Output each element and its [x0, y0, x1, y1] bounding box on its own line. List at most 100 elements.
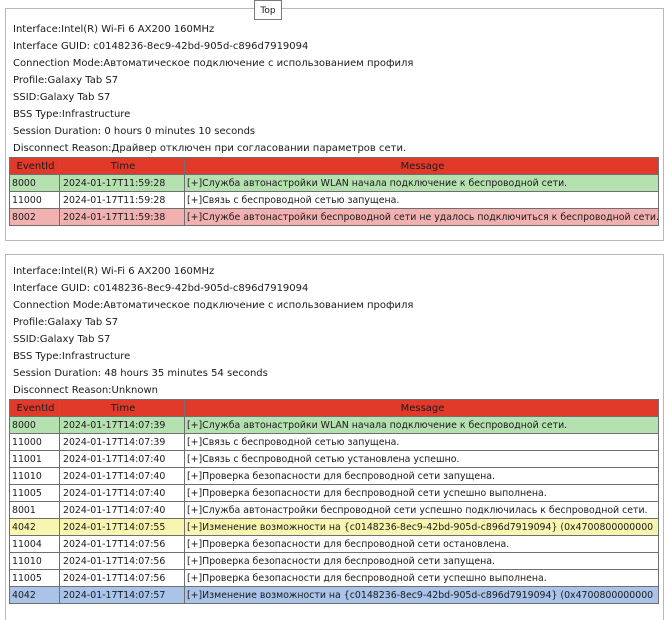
info-label: Connection Mode: — [13, 58, 104, 69]
cell-time: 2024-01-17T14:07:39 — [59, 416, 185, 434]
info-value: 48 hours 35 minutes 54 seconds — [104, 368, 268, 379]
table-header-row: EventId Time Message — [9, 399, 659, 417]
cell-message: [+]Служба автонастройки WLAN начала подк… — [184, 416, 659, 434]
table-row: 4042 2024-01-17T14:07:57 [+]Изменение возм… — [9, 586, 659, 604]
table-row: 11004 2024-01-17T14:07:56 [+]Проверка безо… — [9, 535, 659, 553]
cell-time: 2024-01-17T14:07:40 — [59, 450, 185, 468]
cell-eventid: 8000 — [9, 416, 60, 434]
info-value: c0148236-8ec9-42bd-905d-c896d7919094 — [93, 283, 309, 294]
cell-eventid: 11001 — [9, 450, 60, 468]
cell-eventid: 11004 — [9, 535, 60, 553]
info-line: Interface:Intel(R) Wi-Fi 6 AX200 160MHz — [13, 21, 663, 38]
table-row: 4042 2024-01-17T14:07:55 [+]Изменение возм… — [9, 518, 659, 536]
table-row: 11000 2024-01-17T14:07:39 [+]Связь с беспр… — [9, 433, 659, 451]
cell-time: 2024-01-17T14:07:57 — [59, 586, 185, 604]
cell-eventid: 11000 — [9, 433, 60, 451]
cell-time: 2024-01-17T14:07:55 — [59, 518, 185, 536]
top-link-button[interactable]: Top — [254, 0, 282, 20]
cell-message: [+]Изменение возможности на {c0148236-8e… — [184, 518, 659, 536]
header-time: Time — [59, 157, 185, 175]
cell-message: [+]Проверка безопасности для беспроводно… — [184, 467, 659, 485]
table-row: 11010 2024-01-17T14:07:56 [+]Проверка безо… — [9, 552, 659, 570]
cell-message: [+]Изменение возможности на {c0148236-8e… — [184, 586, 659, 604]
table-row: 11005 2024-01-17T14:07:40 [+]Проверка безо… — [9, 484, 659, 502]
info-label: Interface: — [13, 266, 62, 277]
cell-eventid: 11010 — [9, 467, 60, 485]
cell-message: [+]Проверка безопасности для беспроводно… — [184, 569, 659, 587]
cell-eventid: 11005 — [9, 569, 60, 587]
info-label: Connection Mode: — [13, 300, 104, 311]
cell-time: 2024-01-17T11:59:28 — [59, 174, 185, 192]
cell-message: [+]Связь с беспроводной сетью установлен… — [184, 450, 659, 468]
cell-eventid: 11000 — [9, 191, 60, 209]
cell-message: [+]Проверка безопасности для беспроводно… — [184, 484, 659, 502]
table-row: 8002 2024-01-17T11:59:38 [+]Службе автонас… — [9, 208, 659, 226]
info-line: BSS Type:Infrastructure — [13, 348, 663, 365]
header-time: Time — [59, 399, 185, 417]
cell-eventid: 8000 — [9, 174, 60, 192]
cell-time: 2024-01-17T14:07:40 — [59, 467, 185, 485]
info-line: SSID:Galaxy Tab S7 — [13, 331, 663, 348]
cell-message: [+]Проверка безопасности для беспроводно… — [184, 535, 659, 553]
info-value: 0 hours 0 minutes 10 seconds — [104, 126, 256, 137]
info-line: Profile:Galaxy Tab S7 — [13, 72, 663, 89]
info-line: SSID:Galaxy Tab S7 — [13, 89, 663, 106]
info-label: Profile: — [13, 75, 48, 86]
event-table: EventId Time Message 8000 2024-01-17T14:0… — [9, 399, 659, 604]
table-row: 11001 2024-01-17T14:07:40 [+]Связь с беспр… — [9, 450, 659, 468]
cell-eventid: 4042 — [9, 586, 60, 604]
cell-message: [+]Служба автонастройки WLAN начала подк… — [184, 174, 659, 192]
info-label: Disconnect Reason: — [13, 143, 112, 154]
cell-message: [+]Проверка безопасности для беспроводно… — [184, 552, 659, 570]
cell-eventid: 11005 — [9, 484, 60, 502]
header-message: Message — [184, 399, 659, 417]
cell-eventid: 11010 — [9, 552, 60, 570]
cell-message: [+]Службе автонастройки беспроводной сет… — [184, 208, 659, 226]
info-value: Galaxy Tab S7 — [39, 334, 111, 345]
table-row: 8000 2024-01-17T14:07:39 [+]Служба автонас… — [9, 416, 659, 434]
info-value: Galaxy Tab S7 — [47, 75, 119, 86]
info-line: Connection Mode:Автоматическое подключен… — [13, 55, 663, 72]
info-label: SSID: — [13, 334, 40, 345]
info-line: Connection Mode:Автоматическое подключен… — [13, 297, 663, 314]
session-report-1: Interface:Intel(R) Wi-Fi 6 AX200 160MHz I… — [5, 8, 664, 241]
table-header-row: EventId Time Message — [9, 157, 659, 175]
session-info: Interface:Intel(R) Wi-Fi 6 AX200 160MHz I… — [6, 21, 663, 157]
info-value: Galaxy Tab S7 — [39, 92, 111, 103]
info-value: Unknown — [111, 385, 158, 396]
info-line: Interface GUID: c0148236-8ec9-42bd-905d-… — [13, 280, 663, 297]
info-line: Interface GUID: c0148236-8ec9-42bd-905d-… — [13, 38, 663, 55]
info-value: c0148236-8ec9-42bd-905d-c896d7919094 — [93, 41, 309, 52]
table-row: 11005 2024-01-17T14:07:56 [+]Проверка безо… — [9, 569, 659, 587]
info-line: Disconnect Reason:Драйвер отключен при с… — [13, 140, 663, 157]
header-message: Message — [184, 157, 659, 175]
cell-message: [+]Связь с беспроводной сетью запущена. — [184, 433, 659, 451]
info-value: Intel(R) Wi-Fi 6 AX200 160MHz — [61, 24, 215, 35]
info-value: Infrastructure — [61, 351, 131, 362]
info-line: Session Duration: 48 hours 35 minutes 54… — [13, 365, 663, 382]
info-value: Автоматическое подключение с использован… — [103, 58, 414, 69]
info-value: Автоматическое подключение с использован… — [103, 300, 414, 311]
cell-time: 2024-01-17T11:59:38 — [59, 208, 185, 226]
info-label: SSID: — [13, 92, 40, 103]
info-line: Disconnect Reason:Unknown — [13, 382, 663, 399]
info-label: Profile: — [13, 317, 48, 328]
info-label: Session Duration: — [13, 126, 105, 137]
cell-time: 2024-01-17T14:07:56 — [59, 535, 185, 553]
info-line: BSS Type:Infrastructure — [13, 106, 663, 123]
info-label: Interface GUID: — [13, 41, 94, 52]
header-eventid: EventId — [9, 157, 60, 175]
cell-time: 2024-01-17T14:07:56 — [59, 569, 185, 587]
session-report-2: Interface:Intel(R) Wi-Fi 6 AX200 160MHz I… — [5, 254, 664, 620]
session-info: Interface:Intel(R) Wi-Fi 6 AX200 160MHz I… — [6, 263, 663, 399]
cell-time: 2024-01-17T14:07:40 — [59, 484, 185, 502]
info-value: Intel(R) Wi-Fi 6 AX200 160MHz — [61, 266, 215, 277]
cell-time: 2024-01-17T14:07:40 — [59, 501, 185, 519]
cell-time: 2024-01-17T14:07:39 — [59, 433, 185, 451]
cell-eventid: 8002 — [9, 208, 60, 226]
table-row: 11010 2024-01-17T14:07:40 [+]Проверка безо… — [9, 467, 659, 485]
cell-eventid: 4042 — [9, 518, 60, 536]
info-label: Interface: — [13, 24, 62, 35]
cell-message: [+]Связь с беспроводной сетью запущена. — [184, 191, 659, 209]
info-line: Interface:Intel(R) Wi-Fi 6 AX200 160MHz — [13, 263, 663, 280]
